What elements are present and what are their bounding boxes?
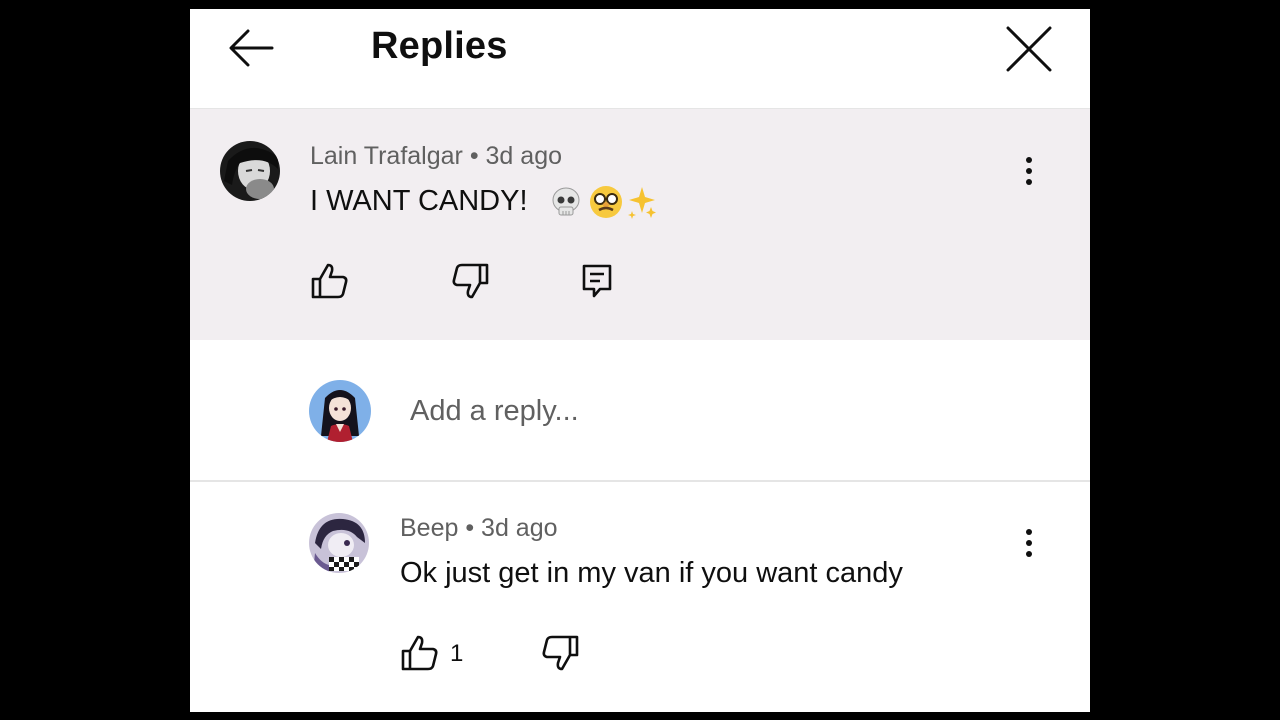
more-vertical-icon [1026, 529, 1032, 557]
like-button[interactable] [398, 631, 442, 675]
page-title: Replies [371, 25, 508, 67]
like-icon [401, 635, 438, 671]
comment-time: 3d ago [481, 514, 558, 542]
replies-header: Replies [190, 9, 1090, 109]
avatar-image [309, 380, 371, 442]
reply-icon [582, 264, 612, 298]
dislike-button[interactable] [448, 259, 492, 303]
reply-button[interactable] [576, 259, 620, 303]
avatar [309, 380, 371, 442]
comment-author[interactable]: Lain Trafalgar [310, 142, 463, 170]
reply-input-row [190, 340, 1090, 480]
reply-input[interactable] [400, 386, 1020, 436]
back-button[interactable] [224, 25, 278, 71]
comment-text: Ok just get in my van if you want candy [400, 557, 903, 589]
comment-author[interactable]: Beep [400, 514, 458, 542]
comment-meta: Lain Trafalgar • 3d ago [310, 142, 562, 171]
arrow-left-icon [229, 29, 274, 67]
avatar-image [220, 141, 280, 201]
meta-separator: • [462, 142, 486, 170]
close-button[interactable] [1002, 23, 1056, 75]
comment-menu-button[interactable] [1014, 523, 1044, 563]
more-vertical-icon [1026, 157, 1032, 185]
sparkles-emoji [628, 187, 656, 219]
like-button[interactable] [308, 259, 352, 303]
like-count: 1 [450, 640, 464, 667]
dislike-button[interactable] [538, 631, 582, 675]
comment-text: I WANT CANDY! [310, 185, 528, 217]
close-icon [1006, 26, 1052, 72]
comment-menu-button[interactable] [1014, 151, 1044, 191]
skull-emoji [552, 187, 580, 216]
avatar[interactable] [309, 513, 369, 573]
comment-meta: Beep • 3d ago [400, 514, 558, 543]
dislike-icon [542, 635, 579, 671]
avatar-image [309, 513, 369, 573]
comment-time: 3d ago [485, 142, 562, 170]
emoji-row [550, 183, 660, 221]
meta-separator: • [458, 514, 482, 542]
avatar[interactable] [220, 141, 280, 201]
parent-comment: Lain Trafalgar • 3d ago I WANT CANDY! [190, 109, 1090, 340]
disguised-face-emoji [590, 186, 622, 218]
like-icon [311, 263, 348, 299]
replies-panel: Replies Lain Trafalgar • 3d ago I WANT C… [190, 9, 1090, 712]
dislike-icon [452, 263, 489, 299]
list-divider [190, 480, 1090, 482]
